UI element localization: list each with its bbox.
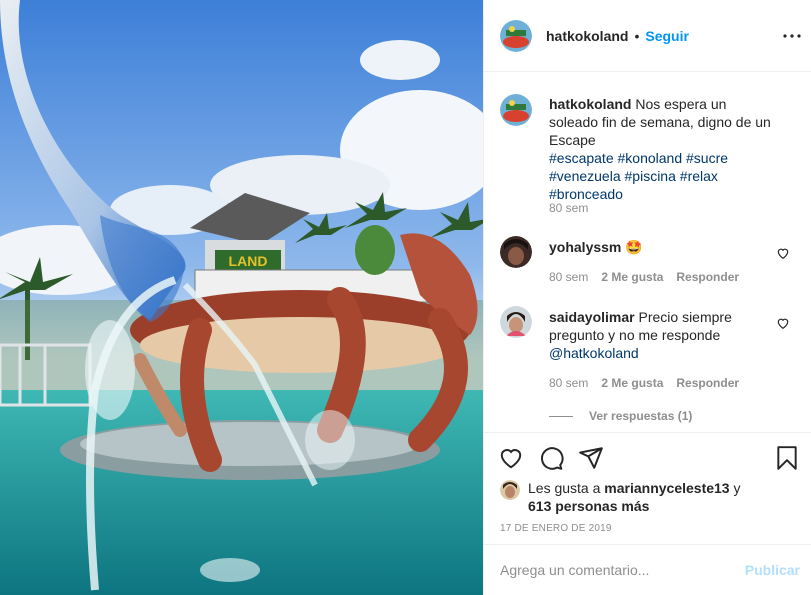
likes-joiner: y: [733, 480, 741, 496]
share-icon[interactable]: [578, 445, 604, 471]
hashtag[interactable]: #bronceado: [549, 186, 623, 202]
caption-age[interactable]: 80 sem: [549, 201, 588, 215]
add-comment-bar: Publicar: [484, 544, 811, 595]
comment-meta: 80 sem 2 Me gusta Responder: [549, 376, 752, 390]
post-dialog: LAND hatkokoland • Seguir hatkokoland No…: [0, 0, 811, 595]
post-actions: Les gusta a mariannyceleste13 y 613 pers…: [484, 432, 811, 544]
hashtag[interactable]: #konoland: [618, 150, 683, 166]
comment-input[interactable]: [500, 562, 745, 578]
avatar[interactable]: [500, 94, 532, 126]
comment-username[interactable]: yohalyssm: [549, 239, 621, 255]
comment-likes[interactable]: 2 Me gusta: [601, 270, 663, 284]
heart-icon[interactable]: [498, 445, 524, 471]
avatar[interactable]: [500, 306, 532, 338]
likes-count[interactable]: 613 personas más: [528, 498, 649, 514]
comment-body: 🤩: [625, 239, 643, 255]
caption-username[interactable]: hatkokoland: [549, 96, 631, 112]
post-image: LAND: [0, 0, 483, 595]
replies-divider: [549, 415, 573, 417]
view-replies-button[interactable]: Ver respuestas (1): [549, 409, 692, 423]
post-date[interactable]: 17 DE ENERO DE 2019: [500, 523, 612, 534]
caption-text: hatkokoland Nos espera un soleado fin de…: [549, 95, 779, 203]
likes-summary: Les gusta a mariannyceleste13 y 613 pers…: [500, 479, 748, 515]
likes-text: Les gusta a mariannyceleste13 y 613 pers…: [528, 479, 748, 515]
bookmark-icon[interactable]: [774, 445, 800, 471]
publish-button[interactable]: Publicar: [745, 562, 800, 578]
comment-age[interactable]: 80 sem: [549, 376, 588, 390]
comment-text: yohalyssm 🤩: [549, 238, 779, 256]
hashtag[interactable]: #piscina: [625, 168, 676, 184]
heart-icon[interactable]: [776, 246, 790, 260]
mention-link[interactable]: @hatkokoland: [549, 345, 639, 361]
svg-text:LAND: LAND: [229, 253, 268, 269]
comment-age[interactable]: 80 sem: [549, 270, 588, 284]
post-photo[interactable]: LAND: [0, 0, 483, 595]
comment-meta: 80 sem 2 Me gusta Responder: [549, 270, 752, 284]
comment-likes[interactable]: 2 Me gusta: [601, 376, 663, 390]
author-username[interactable]: hatkokoland: [546, 28, 628, 44]
post-header: hatkokoland • Seguir: [484, 0, 811, 72]
reply-button[interactable]: Responder: [676, 376, 739, 390]
heart-icon[interactable]: [776, 316, 790, 330]
reply-button[interactable]: Responder: [676, 270, 739, 284]
likes-prefix: Les gusta a: [528, 480, 601, 496]
liker-username[interactable]: mariannyceleste13: [604, 480, 729, 496]
comment-icon[interactable]: [538, 445, 564, 471]
more-horizontal-icon[interactable]: [782, 26, 802, 46]
hashtag[interactable]: #sucre: [686, 150, 728, 166]
avatar[interactable]: [500, 236, 532, 268]
comment-text: saidayolimar Precio siempre pregunto y n…: [549, 308, 779, 362]
avatar[interactable]: [500, 19, 532, 52]
caption-meta: 80 sem: [549, 201, 601, 215]
separator-dot: •: [634, 27, 640, 44]
hashtag[interactable]: #venezuela: [549, 168, 621, 184]
hashtag[interactable]: #escapate: [549, 150, 614, 166]
comments-list[interactable]: hatkokoland Nos espera un soleado fin de…: [484, 72, 811, 432]
avatar[interactable]: [500, 480, 520, 500]
follow-button[interactable]: Seguir: [645, 28, 689, 44]
view-replies-label: Ver respuestas (1): [589, 409, 693, 423]
post-panel: hatkokoland • Seguir hatkokoland Nos esp…: [483, 0, 811, 595]
comment-username[interactable]: saidayolimar: [549, 309, 635, 325]
hashtag[interactable]: #relax: [680, 168, 718, 184]
